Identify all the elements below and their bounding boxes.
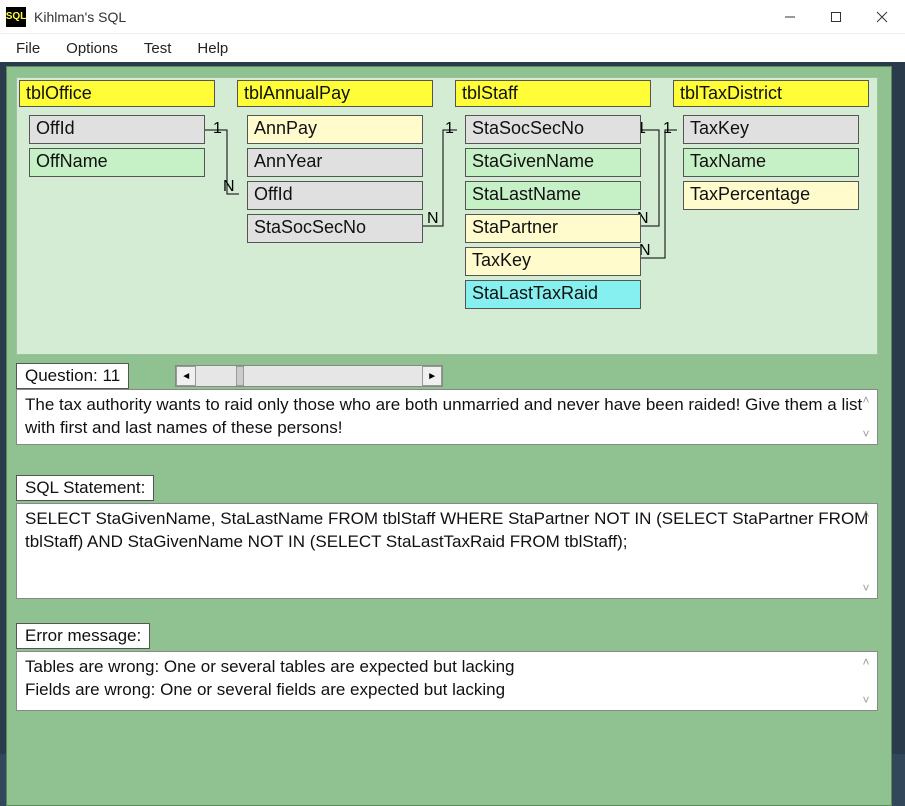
- scroll-up-icon[interactable]: ˄: [862, 506, 869, 522]
- client-area: 1 N N 1 1 N N 1 tblOffice OffId OffName: [0, 62, 905, 754]
- schema-diagram: 1 N N 1 1 N N 1 tblOffice OffId OffName: [16, 77, 878, 355]
- scroll-track[interactable]: [196, 366, 422, 386]
- rel-one: 1: [445, 120, 454, 138]
- field[interactable]: TaxName: [683, 148, 859, 177]
- field[interactable]: StaLastName: [465, 181, 641, 210]
- table-header: tblTaxDistrict: [673, 80, 869, 107]
- menu-options[interactable]: Options: [54, 37, 130, 60]
- scroll-up-icon[interactable]: ˄: [862, 392, 869, 408]
- field[interactable]: StaPartner: [465, 214, 641, 243]
- question-text-pane[interactable]: The tax authority wants to raid only tho…: [16, 389, 878, 445]
- field[interactable]: TaxKey: [465, 247, 641, 276]
- app-icon: SQL: [6, 7, 26, 27]
- question-label: Question: 11: [16, 363, 129, 389]
- sql-label: SQL Statement:: [16, 475, 154, 501]
- rel-one: 1: [663, 120, 672, 138]
- scroll-down-icon[interactable]: ˅: [862, 580, 869, 596]
- field[interactable]: StaGivenName: [465, 148, 641, 177]
- table-header: tblStaff: [455, 80, 651, 107]
- menu-test[interactable]: Test: [132, 37, 184, 60]
- main-panel: 1 N N 1 1 N N 1 tblOffice OffId OffName: [6, 66, 892, 806]
- menu-file[interactable]: File: [4, 37, 52, 60]
- menu-help[interactable]: Help: [185, 37, 240, 60]
- sql-text: SELECT StaGivenName, StaLastName FROM tb…: [25, 509, 868, 551]
- vertical-scrollbar[interactable]: ˄˅: [857, 392, 875, 442]
- scroll-thumb[interactable]: [236, 366, 244, 386]
- table-tblStaff[interactable]: tblStaff StaSocSecNo StaGivenName StaLas…: [455, 80, 651, 319]
- field[interactable]: AnnPay: [247, 115, 423, 144]
- field[interactable]: AnnYear: [247, 148, 423, 177]
- scroll-up-icon[interactable]: ˄: [862, 654, 869, 670]
- scroll-right-icon[interactable]: ►: [422, 366, 442, 386]
- table-header: tblOffice: [19, 80, 215, 107]
- error-text: Tables are wrong: One or several tables …: [25, 657, 515, 699]
- vertical-scrollbar[interactable]: ˄˅: [857, 654, 875, 708]
- window-title: Kihlman's SQL: [34, 9, 126, 25]
- table-tblTaxDistrict[interactable]: tblTaxDistrict TaxKey TaxName TaxPercent…: [673, 80, 869, 220]
- question-text: The tax authority wants to raid only tho…: [25, 395, 862, 437]
- scroll-down-icon[interactable]: ˅: [862, 692, 869, 708]
- field[interactable]: OffName: [29, 148, 205, 177]
- question-prefix: Question:: [25, 366, 103, 385]
- minimize-button[interactable]: [767, 0, 813, 34]
- question-scrollbar[interactable]: ◄ ►: [175, 365, 443, 387]
- table-header: tblAnnualPay: [237, 80, 433, 107]
- scroll-left-icon[interactable]: ◄: [176, 366, 196, 386]
- table-tblAnnualPay[interactable]: tblAnnualPay AnnPay AnnYear OffId StaSoc…: [237, 80, 433, 253]
- field[interactable]: StaLastTaxRaid: [465, 280, 641, 309]
- field[interactable]: TaxKey: [683, 115, 859, 144]
- maximize-button[interactable]: [813, 0, 859, 34]
- rel-many: N: [223, 178, 235, 196]
- table-tblOffice[interactable]: tblOffice OffId OffName: [19, 80, 215, 187]
- menubar: File Options Test Help: [0, 34, 905, 62]
- field[interactable]: TaxPercentage: [683, 181, 859, 210]
- field[interactable]: OffId: [29, 115, 205, 144]
- sql-text-pane[interactable]: SELECT StaGivenName, StaLastName FROM tb…: [16, 503, 878, 599]
- error-label: Error message:: [16, 623, 150, 649]
- field[interactable]: OffId: [247, 181, 423, 210]
- question-number: 11: [103, 366, 121, 385]
- error-text-pane[interactable]: Tables are wrong: One or several tables …: [16, 651, 878, 711]
- scroll-down-icon[interactable]: ˅: [862, 426, 869, 442]
- titlebar: SQL Kihlman's SQL: [0, 0, 905, 34]
- app-window: SQL Kihlman's SQL File Options Test Help: [0, 0, 905, 754]
- close-button[interactable]: [859, 0, 905, 34]
- field[interactable]: StaSocSecNo: [247, 214, 423, 243]
- field[interactable]: StaSocSecNo: [465, 115, 641, 144]
- vertical-scrollbar[interactable]: ˄˅: [857, 506, 875, 596]
